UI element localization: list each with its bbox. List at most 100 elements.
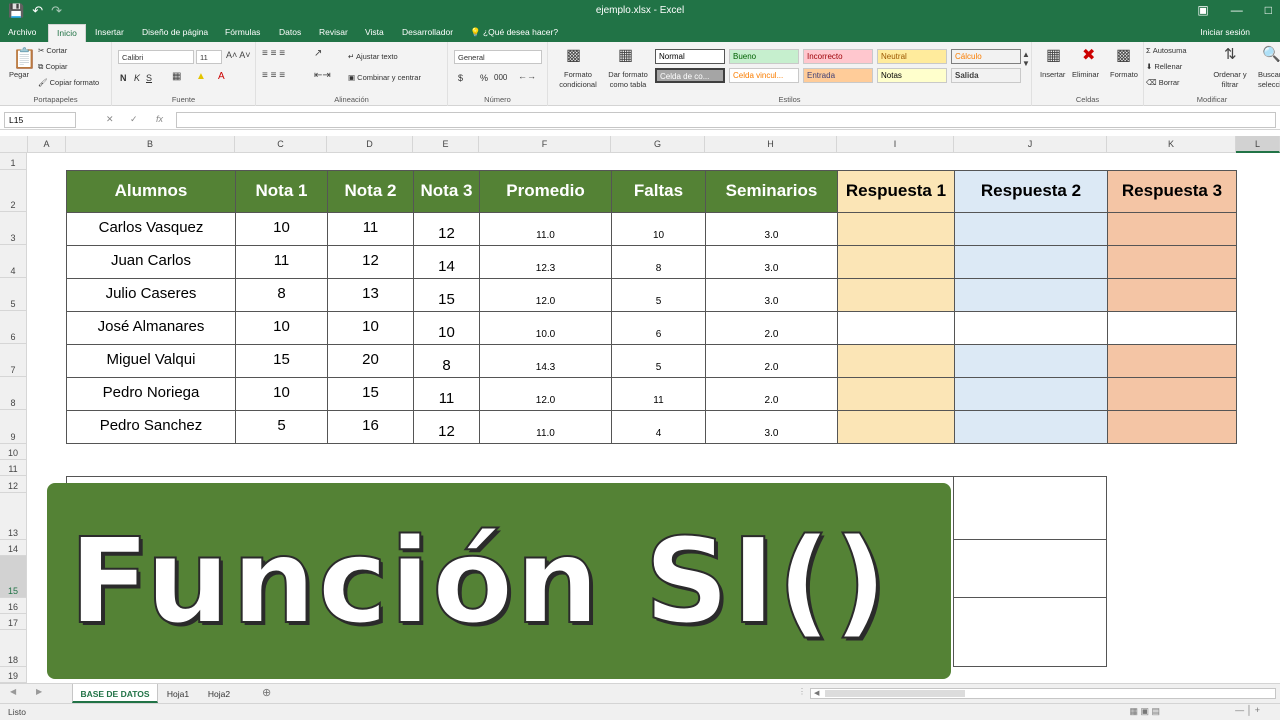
cell-respuesta-2[interactable] [954, 410, 1108, 444]
insert-button[interactable]: Insertar [1040, 70, 1065, 79]
cell-seminarios[interactable]: 2.0 [705, 377, 838, 411]
cell-promedio[interactable]: 12.0 [479, 278, 612, 312]
conditional-format-button[interactable]: Formato condicional [552, 70, 604, 90]
cell-respuesta-2[interactable] [954, 212, 1108, 246]
conditional-format-icon[interactable]: ▩ [566, 45, 581, 65]
header-respuesta-2[interactable]: Respuesta 2 [954, 170, 1108, 213]
header-seminarios[interactable]: Seminarios [705, 170, 838, 213]
cell-nota-2[interactable]: 11 [327, 212, 414, 246]
header-nota-2[interactable]: Nota 2 [327, 170, 414, 213]
cell-respuesta-3[interactable] [1107, 377, 1237, 411]
header-respuesta-1[interactable]: Respuesta 1 [837, 170, 955, 213]
cell-seminarios[interactable]: 2.0 [705, 311, 838, 345]
cell-faltas[interactable]: 8 [611, 245, 706, 279]
col-header-l[interactable]: L [1236, 136, 1280, 153]
number-format-select[interactable]: General [454, 50, 542, 64]
cell-nota-1[interactable]: 8 [235, 278, 328, 312]
font-name-select[interactable]: Calibri [118, 50, 194, 64]
cell-nota-2[interactable]: 12 [327, 245, 414, 279]
view-buttons[interactable]: ▦ ▣ ▤ [1129, 706, 1160, 717]
col-header-j[interactable]: J [954, 136, 1107, 153]
percent-button[interactable]: % [480, 73, 488, 83]
cell-promedio[interactable]: 12.0 [479, 377, 612, 411]
row-header-19[interactable]: 19 [0, 667, 27, 683]
row-header-4[interactable]: 4 [0, 245, 27, 278]
sign-in-link[interactable]: Iniciar sesión [1200, 27, 1250, 37]
merge-center-button[interactable]: ▣ Combinar y centrar [348, 73, 421, 82]
align-left-icon[interactable]: ≡ ≡ ≡ [262, 70, 285, 81]
header-nota-3[interactable]: Nota 3 [413, 170, 480, 213]
underline-button[interactable]: S [146, 73, 152, 83]
cell-faltas[interactable]: 4 [611, 410, 706, 444]
cell-alumnos[interactable]: Pedro Noriega [66, 377, 236, 411]
decimal-icon[interactable]: ←→ [518, 71, 536, 81]
format-button[interactable]: Formato [1110, 70, 1138, 79]
empty-cell-j13[interactable] [953, 476, 1107, 540]
italic-button[interactable]: K [134, 73, 140, 83]
cell-promedio[interactable]: 11.0 [479, 410, 612, 444]
cell-alumnos[interactable]: Julio Caseres [66, 278, 236, 312]
find-select-icon[interactable]: 🔍 [1262, 45, 1280, 63]
cell-nota-3[interactable]: 11 [413, 377, 480, 411]
col-header-d[interactable]: D [327, 136, 413, 153]
col-header-c[interactable]: C [235, 136, 327, 153]
empty-cell-j18[interactable] [953, 597, 1107, 667]
style-neutral[interactable]: Neutral [877, 49, 947, 64]
cell-alumnos[interactable]: Carlos Vasquez [66, 212, 236, 246]
cell-nota-2[interactable]: 15 [327, 377, 414, 411]
cell-respuesta-3[interactable] [1107, 344, 1237, 378]
fill-button[interactable]: ⬇ Rellenar [1146, 62, 1182, 71]
indent-icon[interactable]: ⇤⇥ [314, 70, 331, 81]
header-respuesta-3[interactable]: Respuesta 3 [1107, 170, 1237, 213]
row-header-12[interactable]: 12 [0, 476, 27, 493]
row-header-15[interactable]: 15 [0, 556, 27, 598]
format-table-icon[interactable]: ▦ [618, 45, 633, 65]
delete-button[interactable]: Eliminar [1072, 70, 1099, 79]
thousands-button[interactable]: 000 [494, 73, 507, 82]
row-header-7[interactable]: 7 [0, 344, 27, 377]
cell-respuesta-2[interactable] [954, 245, 1108, 279]
cell-nota-1[interactable]: 10 [235, 212, 328, 246]
currency-button[interactable]: $ [458, 73, 463, 83]
row-header-18[interactable]: 18 [0, 630, 27, 667]
row-header-11[interactable]: 11 [0, 460, 27, 476]
split-handle-icon[interactable]: ⋮ [798, 687, 806, 696]
cell-nota-2[interactable]: 20 [327, 344, 414, 378]
format-as-table-button[interactable]: Dar formato como tabla [602, 70, 654, 90]
sheet-prev-icon[interactable]: ◀ [10, 687, 16, 696]
cell-nota-1[interactable]: 15 [235, 344, 328, 378]
row-header-5[interactable]: 5 [0, 278, 27, 311]
cell-nota-3[interactable]: 12 [413, 212, 480, 246]
col-header-k[interactable]: K [1107, 136, 1236, 153]
sort-filter-icon[interactable]: ⇅ [1224, 45, 1237, 63]
row-header-14[interactable]: 14 [0, 540, 27, 556]
style-notas[interactable]: Notas [877, 68, 947, 83]
col-header-f[interactable]: F [479, 136, 611, 153]
select-all-corner[interactable] [0, 136, 28, 153]
cell-respuesta-2[interactable] [954, 344, 1108, 378]
cell-respuesta-3[interactable] [1107, 212, 1237, 246]
cell-respuesta-1[interactable] [837, 377, 955, 411]
tab-formulas[interactable]: Fórmulas [225, 27, 260, 37]
row-header-10[interactable]: 10 [0, 444, 27, 460]
sort-filter-button[interactable]: Ordenar y filtrar [1210, 70, 1250, 90]
cell-promedio[interactable]: 14.3 [479, 344, 612, 378]
cell-seminarios[interactable]: 3.0 [705, 212, 838, 246]
style-calculo[interactable]: Cálculo [951, 49, 1021, 64]
tab-archivo[interactable]: Archivo [8, 27, 36, 37]
paste-button[interactable]: Pegar [9, 70, 29, 79]
ribbon-display-icon[interactable]: ▣ [1197, 3, 1208, 17]
cell-respuesta-1[interactable] [837, 278, 955, 312]
formula-input[interactable] [176, 112, 1276, 128]
sheet-tab-base-datos[interactable]: BASE DE DATOS [72, 684, 158, 703]
style-celda-vinculada[interactable]: Celda vincul... [729, 68, 799, 83]
cell-respuesta-2[interactable] [954, 278, 1108, 312]
cell-nota-2[interactable]: 16 [327, 410, 414, 444]
cell-nota-2[interactable]: 13 [327, 278, 414, 312]
cell-respuesta-3[interactable] [1107, 245, 1237, 279]
style-incorrecto[interactable]: Incorrecto [803, 49, 873, 64]
style-entrada[interactable]: Entrada [803, 68, 873, 83]
font-color-icon[interactable]: A [218, 71, 225, 82]
styles-more-icon[interactable]: ▲ ▼ [1022, 50, 1030, 68]
maximize-icon[interactable]: □ [1265, 3, 1272, 17]
